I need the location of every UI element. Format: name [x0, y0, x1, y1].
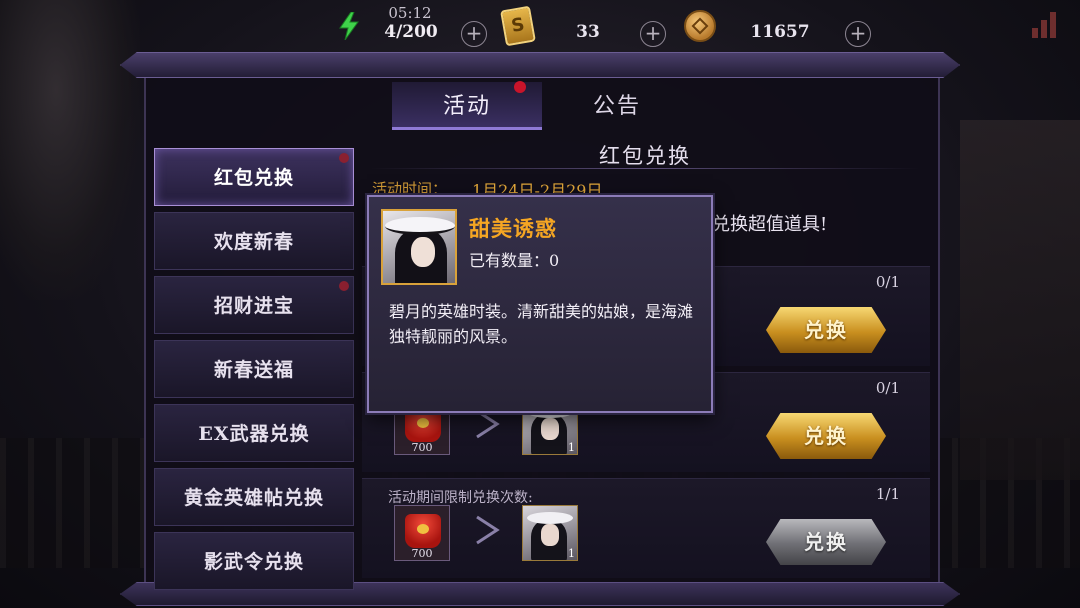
sidebar-item-fortune[interactable]: 招财进宝	[154, 276, 354, 334]
sidebar-item-gold-hero-exchange[interactable]: 黄金英雄帖兑换	[154, 468, 354, 526]
item-quantity: 700	[411, 547, 433, 560]
title-divider	[370, 168, 920, 169]
notification-dot	[339, 153, 349, 163]
sidebar-item-label: 影武令兑换	[203, 551, 304, 573]
sidebar-item-ex-weapon-exchange[interactable]: EX武器兑换	[154, 404, 354, 462]
coupon-ticket-icon: S	[500, 5, 536, 47]
sidebar-item-spring-celebration[interactable]: 欢度新春	[154, 212, 354, 270]
gold-value: 11657	[750, 22, 810, 42]
notification-dot	[339, 281, 349, 291]
item-name: 甜美诱惑	[469, 216, 557, 241]
sidebar-item-red-envelope-exchange[interactable]: 红包兑换	[154, 148, 354, 206]
stamina-timer: 05:12	[388, 4, 432, 22]
exchange-count: 0/1	[875, 273, 900, 291]
stamina-value: 4/200	[384, 22, 438, 42]
add-stamina-button[interactable]: +	[461, 21, 487, 47]
exchange-button[interactable]: 兑换	[766, 307, 886, 353]
item-owned-count: 已有数量：0	[469, 251, 560, 270]
reward-item-costume[interactable]: 1	[522, 505, 578, 561]
item-quantity: 700	[411, 441, 433, 454]
tab-announcements[interactable]: 公告	[542, 82, 692, 130]
sidebar-item-label: 招财进宝	[213, 295, 294, 317]
item-description: 碧月的英雄时装。清新甜美的姑娘，是海滩独特靓丽的风景。	[389, 302, 694, 346]
signal-bars-icon	[1032, 10, 1060, 38]
item-quantity: 1	[568, 547, 575, 560]
section-title: 红包兑换	[599, 144, 691, 168]
activity-description: 兑换超值道具!	[712, 214, 828, 235]
coupon-value: 33	[576, 22, 600, 42]
red-envelope-icon	[405, 408, 441, 442]
item-portrait	[381, 209, 457, 285]
sidebar-item-label: EX武器兑换	[198, 423, 310, 445]
sidebar-item-label: 黄金英雄帖兑换	[183, 487, 324, 509]
exchange-count: 0/1	[875, 379, 900, 397]
sidebar-item-new-year-blessing[interactable]: 新春送福	[154, 340, 354, 398]
sidebar-item-label: 红包兑换	[213, 167, 294, 189]
sidebar-item-shadow-token-exchange[interactable]: 影武令兑换	[154, 532, 354, 590]
add-gold-button[interactable]: +	[845, 21, 871, 47]
notification-dot	[514, 81, 526, 93]
item-tooltip[interactable]: 甜美诱惑 已有数量：0 碧月的英雄时装。清新甜美的姑娘，是海滩独特靓丽的风景。	[367, 195, 713, 413]
exchange-button-disabled: 兑换	[766, 519, 886, 565]
lightning-icon	[339, 12, 359, 40]
red-envelope-item[interactable]: 700	[394, 505, 450, 561]
resource-bar: 05:12 4/200 + S 33 + 11657 +	[0, 0, 1080, 56]
exchange-button[interactable]: 兑换	[766, 413, 886, 459]
red-envelope-icon	[405, 514, 441, 548]
tab-bar: 活动 公告	[392, 82, 692, 130]
arrow-right-icon	[476, 515, 500, 545]
add-coupon-button[interactable]: +	[640, 21, 666, 47]
gold-coin-icon	[684, 10, 716, 42]
background-lantern	[960, 120, 1080, 480]
sidebar-item-label: 欢度新春	[213, 231, 294, 253]
sidebar-item-label: 新春送福	[213, 359, 294, 381]
exchange-limit-label: 活动期间限制兑换次数:	[388, 490, 533, 506]
exchange-count: 1/1	[875, 485, 900, 503]
frame-top-ornament	[120, 52, 960, 78]
exchange-row: 活动期间限制兑换次数: 1/1 700 1 兑换	[362, 478, 930, 578]
item-quantity: 1	[568, 441, 575, 454]
arrow-right-icon	[476, 409, 500, 439]
